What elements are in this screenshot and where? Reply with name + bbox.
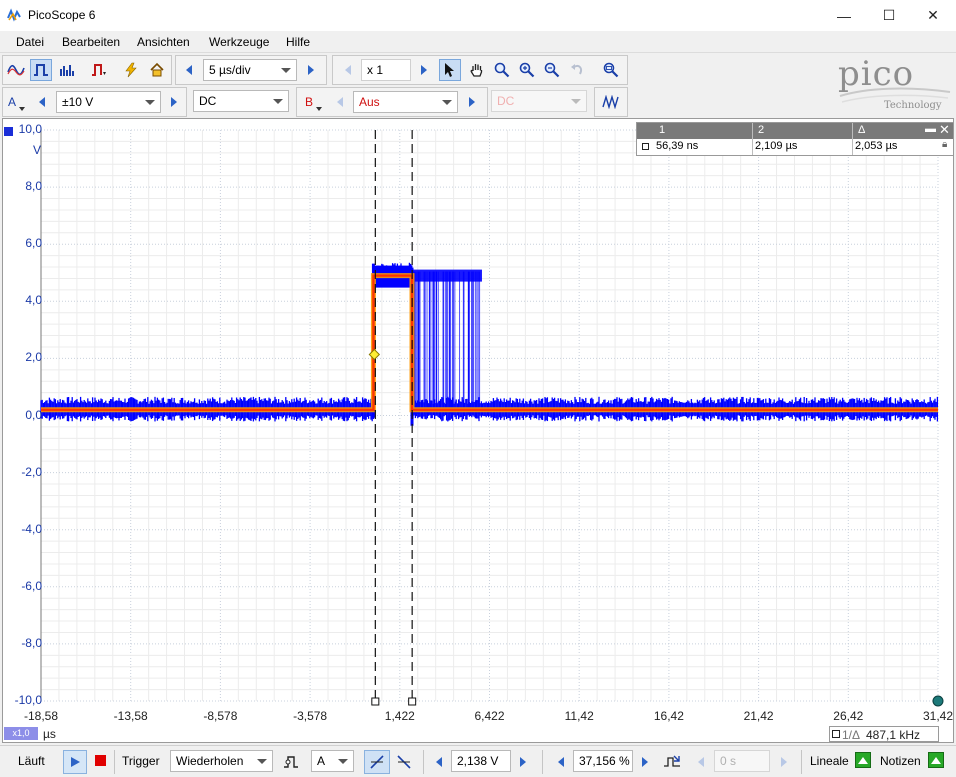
status-separator [423, 750, 424, 774]
x-scale-badge[interactable]: x1,0 [4, 727, 38, 740]
x-tick-label: 26,42 [833, 709, 864, 723]
x-tick-label: 11,42 [564, 709, 594, 723]
rising-edge-icon [370, 755, 384, 769]
x-tick-label: 1,422 [384, 709, 415, 723]
trigger-level-field[interactable]: 2,138 V [451, 750, 511, 772]
status-separator [801, 750, 802, 774]
ruler-2-header: 2 [758, 124, 765, 136]
post-trigger-delay-icon[interactable] [662, 752, 682, 772]
stop-button[interactable] [95, 755, 106, 766]
y-tick-label: 8,0 [25, 179, 42, 194]
start-button[interactable] [63, 750, 87, 774]
ruler-delta-value: 2,053 µs [855, 140, 898, 152]
trigger-source-value: A [317, 754, 326, 768]
ruler-2-value: 2,109 µs [755, 140, 798, 152]
ruler-table-minimize-icon[interactable]: ▬ [925, 123, 936, 135]
x-tick-label: 6,422 [474, 709, 505, 723]
trigger-level-decrease[interactable] [428, 751, 450, 773]
delay-value: 0 s [720, 754, 737, 768]
y-tick-label: -8,0 [21, 635, 42, 650]
delay-increase[interactable] [773, 751, 795, 773]
falling-edge-button[interactable] [392, 750, 416, 774]
pre-trigger-increase[interactable] [634, 751, 656, 773]
trigger-level-increase[interactable] [512, 751, 534, 773]
y-tick-label: -4,0 [21, 521, 42, 536]
x-tick-label: -18,58 [23, 709, 59, 723]
trace-high-extension [411, 269, 482, 282]
ruler-row-icon [642, 143, 649, 150]
ruler-table-divider [752, 123, 753, 155]
view-axis-handle[interactable] [932, 695, 944, 707]
ruler-delta-header: Δ [858, 124, 866, 136]
trigger-level-value: 2,138 V [457, 754, 499, 768]
x-axis-unit: µs [43, 727, 56, 741]
status-separator [114, 750, 115, 774]
run-status-label: Läuft [18, 754, 45, 768]
pre-trigger-value: 37,156 % [579, 754, 630, 768]
delay-field[interactable]: 0 s [714, 750, 770, 772]
scope-graph[interactable] [0, 0, 956, 745]
rulers-label: Lineale [810, 754, 849, 768]
ruler-1-value: 56,39 ns [656, 140, 699, 152]
ruler-square-icon [832, 730, 840, 738]
rulers-toggle-icon[interactable] [855, 752, 871, 768]
pre-trigger-decrease[interactable] [550, 751, 572, 773]
x-tick-label: 21,42 [743, 709, 774, 723]
trigger-mode-value: Wiederholen [176, 754, 244, 768]
y-tick-label: -2,0 [21, 464, 42, 479]
delay-decrease[interactable] [690, 751, 712, 773]
y-axis-unit: V [33, 143, 42, 157]
y-tick-label: 2,0 [25, 350, 42, 365]
ruler-table-row: 56,39 ns 2,109 µs 2,053 µs 🔒︎ [637, 139, 953, 155]
y-tick-label: 0,0 [25, 407, 42, 422]
y-tick-label: 4,0 [25, 293, 42, 308]
trigger-mode-select[interactable]: Wiederholen [170, 750, 273, 772]
pre-trigger-field[interactable]: 37,156 % [573, 750, 633, 772]
notes-toggle-icon[interactable] [928, 752, 944, 768]
y-tick-label: 10,0 [18, 122, 42, 136]
advanced-trigger-icon[interactable] [280, 751, 302, 773]
y-tick-label: -6,0 [21, 578, 42, 593]
ruler-1-header: 1 [659, 124, 666, 136]
y-tick-label: -10,0 [14, 693, 42, 707]
freq-value: 487,1 kHz [866, 728, 921, 742]
notes-label: Notizen [880, 754, 921, 768]
ruler-table-divider [852, 123, 853, 155]
rising-edge-button[interactable] [364, 750, 390, 774]
freq-prefix: 1/Δ [842, 728, 861, 742]
x-tick-label: -13,58 [113, 709, 148, 723]
x-tick-label: -8,578 [203, 709, 238, 723]
ruler-table[interactable]: 1 2 Δ ▬ ✕ 56,39 ns 2,109 µs 2,053 µs 🔒︎ [636, 122, 954, 156]
scope-traces [40, 262, 939, 426]
play-icon [71, 757, 80, 767]
status-separator [542, 750, 543, 774]
status-bar: Läuft Trigger Wiederholen A 2,138 V 37,1… [0, 745, 956, 777]
time-ruler-handle-1[interactable] [371, 697, 380, 706]
x-tick-label: -3,578 [293, 709, 328, 723]
ruler-table-close-icon[interactable]: ✕ [939, 122, 950, 138]
ruler-lock-icon[interactable]: 🔒︎ [942, 139, 947, 150]
trigger-source-select[interactable]: A [311, 750, 354, 772]
x-tick-label: 31,42 [922, 709, 954, 723]
trigger-label: Trigger [122, 754, 160, 768]
time-ruler-handle-2[interactable] [408, 697, 417, 706]
ruler-table-header: 1 2 Δ ▬ ✕ [637, 122, 953, 139]
y-tick-label: 6,0 [25, 236, 42, 251]
falling-edge-icon [397, 755, 411, 769]
x-tick-label: 16,42 [653, 709, 684, 723]
ruler-frequency-readout: 1/Δ 487,1 kHz [829, 726, 939, 742]
